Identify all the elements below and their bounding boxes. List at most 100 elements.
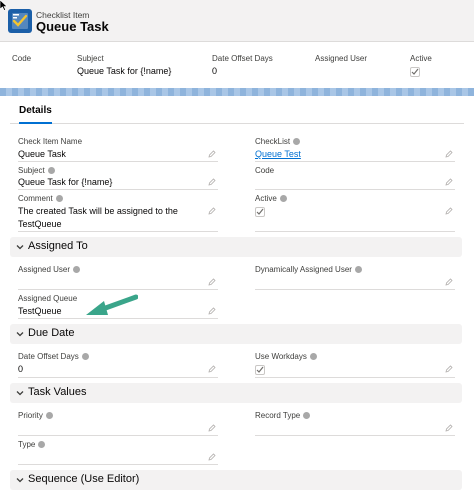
edit-pencil-icon[interactable]	[208, 365, 216, 373]
info-icon[interactable]	[55, 195, 63, 202]
assigned-queue-label: Assigned Queue	[18, 294, 78, 303]
info-icon[interactable]	[81, 353, 89, 360]
subject-label: Subject	[18, 166, 55, 175]
use-workdays-label-text: Use Workdays	[255, 352, 307, 361]
subject-label-text: Subject	[18, 166, 45, 175]
field-divider	[255, 377, 455, 378]
date-offset-days-value: 0	[18, 364, 24, 374]
use-workdays-checkbox	[255, 365, 265, 375]
comment-value-line1: The created Task will be assigned to the	[18, 206, 178, 216]
edit-pencil-icon[interactable]	[208, 424, 216, 432]
active-label: Active	[255, 194, 287, 203]
field-divider	[255, 231, 455, 232]
section-title: Due Date	[28, 327, 75, 339]
section-title: Task Values	[28, 386, 87, 398]
info-icon[interactable]	[354, 266, 362, 273]
info-icon[interactable]	[73, 266, 81, 273]
section-title: Assigned To	[28, 240, 88, 252]
date-offset-label-text: Date Offset Days	[18, 352, 79, 361]
section-due-date[interactable]: Due Date	[10, 324, 462, 344]
record-type-label-text: Record Type	[255, 411, 301, 420]
edit-pencil-icon[interactable]	[208, 150, 216, 158]
highlight-date-offset-value: 0	[212, 66, 218, 76]
active-label-text: Active	[255, 194, 277, 203]
field-divider	[18, 289, 218, 290]
type-label-text: Type	[18, 440, 36, 449]
field-divider	[18, 189, 218, 190]
highlight-assigned-user-label: Assigned User	[315, 54, 368, 63]
checkmark-icon	[256, 208, 264, 215]
record-page: Checklist Item Queue Task Code Subject Q…	[0, 0, 474, 495]
assigned-user-label-text: Assigned User	[18, 265, 71, 274]
info-icon[interactable]	[45, 412, 53, 419]
highlight-active-checkbox	[410, 67, 420, 77]
edit-pencil-icon[interactable]	[445, 365, 453, 373]
field-divider	[255, 189, 455, 190]
section-title: Sequence (Use Editor)	[28, 473, 140, 485]
checklist-label: CheckList	[255, 137, 301, 146]
record-type-label: Record Type	[255, 411, 311, 420]
chevron-down-icon	[16, 391, 24, 396]
highlight-subject-value: Queue Task for {!name}	[77, 66, 172, 76]
highlight-active-label: Active	[410, 54, 432, 63]
chevron-down-icon	[16, 332, 24, 337]
annotation-arrow-icon	[86, 294, 138, 315]
info-icon[interactable]	[279, 195, 287, 202]
highlight-subject-label: Subject	[77, 54, 104, 63]
mouse-cursor-icon	[0, 0, 8, 11]
type-label: Type	[18, 440, 46, 449]
code-label: Code	[255, 166, 275, 175]
field-divider	[255, 435, 455, 436]
use-workdays-label: Use Workdays	[255, 352, 317, 361]
edit-pencil-icon[interactable]	[445, 278, 453, 286]
edit-pencil-icon[interactable]	[445, 424, 453, 432]
edit-pencil-icon[interactable]	[445, 207, 453, 215]
dynamic-user-label-text: Dynamically Assigned User	[255, 265, 352, 274]
edit-pencil-icon[interactable]	[208, 178, 216, 186]
highlight-code-label: Code	[12, 54, 32, 63]
edit-pencil-icon[interactable]	[208, 207, 216, 215]
field-divider	[18, 377, 218, 378]
checklist-app-icon	[8, 9, 32, 33]
chevron-down-icon	[16, 478, 24, 483]
field-divider	[18, 231, 218, 232]
check-item-name-value: Queue Task	[18, 149, 66, 159]
comment-label: Comment	[18, 194, 63, 203]
edit-pencil-icon[interactable]	[208, 278, 216, 286]
tab-details[interactable]: Details	[19, 105, 52, 124]
checklist-link[interactable]: Queue Test	[255, 149, 301, 159]
field-divider	[18, 464, 218, 465]
edit-pencil-icon[interactable]	[208, 453, 216, 461]
assigned-queue-value: TestQueue	[18, 306, 62, 316]
info-icon[interactable]	[38, 441, 46, 448]
field-divider	[255, 161, 455, 162]
dynamic-user-label: Dynamically Assigned User	[255, 265, 362, 274]
field-divider	[18, 161, 218, 162]
checklist-label-text: CheckList	[255, 137, 291, 146]
priority-label-text: Priority	[18, 411, 43, 420]
field-divider	[18, 435, 218, 436]
comment-label-text: Comment	[18, 194, 53, 203]
info-icon[interactable]	[303, 412, 311, 419]
checkmark-icon	[256, 366, 264, 373]
check-item-name-label: Check Item Name	[18, 137, 83, 146]
tab-bar: Details	[10, 100, 464, 124]
edit-pencil-icon[interactable]	[445, 150, 453, 158]
date-offset-days-label: Date Offset Days	[18, 352, 89, 361]
section-assigned-to[interactable]: Assigned To	[10, 237, 462, 257]
info-icon[interactable]	[309, 353, 317, 360]
field-divider	[255, 289, 455, 290]
header-divider	[0, 88, 474, 96]
priority-label: Priority	[18, 411, 53, 420]
edit-pencil-icon[interactable]	[208, 307, 216, 315]
edit-pencil-icon[interactable]	[445, 178, 453, 186]
subject-value: Queue Task for {!name}	[18, 177, 113, 187]
section-sequence[interactable]: Sequence (Use Editor)	[10, 470, 462, 490]
record-title: Queue Task	[36, 19, 109, 34]
info-icon[interactable]	[47, 167, 55, 174]
record-header: Checklist Item Queue Task	[0, 0, 474, 42]
section-task-values[interactable]: Task Values	[10, 383, 462, 403]
checkmark-icon	[411, 68, 419, 75]
highlights-panel: Code Subject Queue Task for {!name} Date…	[0, 42, 474, 88]
info-icon[interactable]	[293, 138, 301, 145]
